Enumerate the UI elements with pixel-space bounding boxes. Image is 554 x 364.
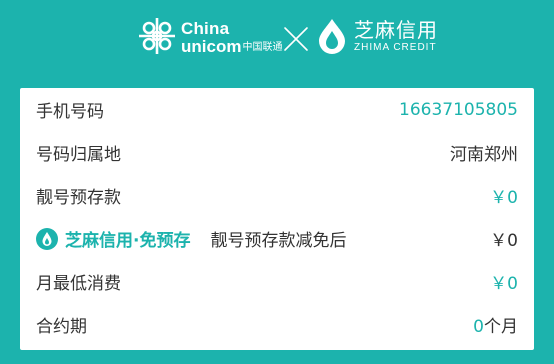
unicom-en-line2: unicom [181,37,242,56]
zhima-free-badge: 芝麻信用·免预存 [65,231,191,251]
row-min-monthly-spend: 月最低消费 ￥0 [20,260,534,303]
phone-number-value: 16637105805 [399,99,518,120]
contract-period-value: 0个月 [473,312,518,337]
zhima-waiver-left: 芝麻信用·免预存 靓号预存款减免后 [36,226,346,251]
unicom-cn: 中国联通 [242,42,283,53]
cross-icon [284,27,308,51]
prestore-deposit-value: ￥0 [490,188,518,208]
contract-period-unit: 个月 [484,317,518,337]
number-info-card: 手机号码 16637105805 号码归属地 河南郑州 靓号预存款 ￥0 芝麻信… [20,88,534,350]
unicom-en-line1: China [181,19,230,38]
min-monthly-spend-value: ￥0 [490,274,518,294]
row-label: 靓号预存款 [36,188,121,208]
zhima-credit-wordmark: 芝麻信用 ZHIMA CREDIT [354,20,438,53]
row-phone-number: 手机号码 16637105805 [20,88,534,131]
location-value: 河南郑州 [450,145,518,165]
china-unicom-wordmark: China unicom中国联通 [181,20,282,55]
zhima-en: ZHIMA CREDIT [354,42,437,53]
china-unicom-logo-icon [139,18,175,54]
row-contract-period: 合约期 0个月 [20,303,534,346]
contract-period-number: 0 [473,317,484,337]
row-prestore-deposit: 靓号预存款 ￥0 [20,174,534,217]
waived-deposit-value: ￥0 [490,231,518,251]
row-zhima-waiver: 芝麻信用·免预存 靓号预存款减免后 ￥0 [20,217,534,260]
row-label: 号码归属地 [36,145,121,165]
row-label: 靓号预存款减免后 [210,231,347,251]
row-label: 月最低消费 [36,274,121,294]
zhima-credit-logo-icon [319,19,345,54]
row-number-location: 号码归属地 河南郑州 [20,131,534,174]
row-label: 手机号码 [36,102,104,122]
row-label: 合约期 [36,317,87,337]
zhima-cn: 芝麻信用 [354,18,438,42]
zhima-drop-icon [36,227,58,250]
brand-header: China unicom中国联通 芝麻信用 ZHIMA CREDIT [0,0,554,88]
